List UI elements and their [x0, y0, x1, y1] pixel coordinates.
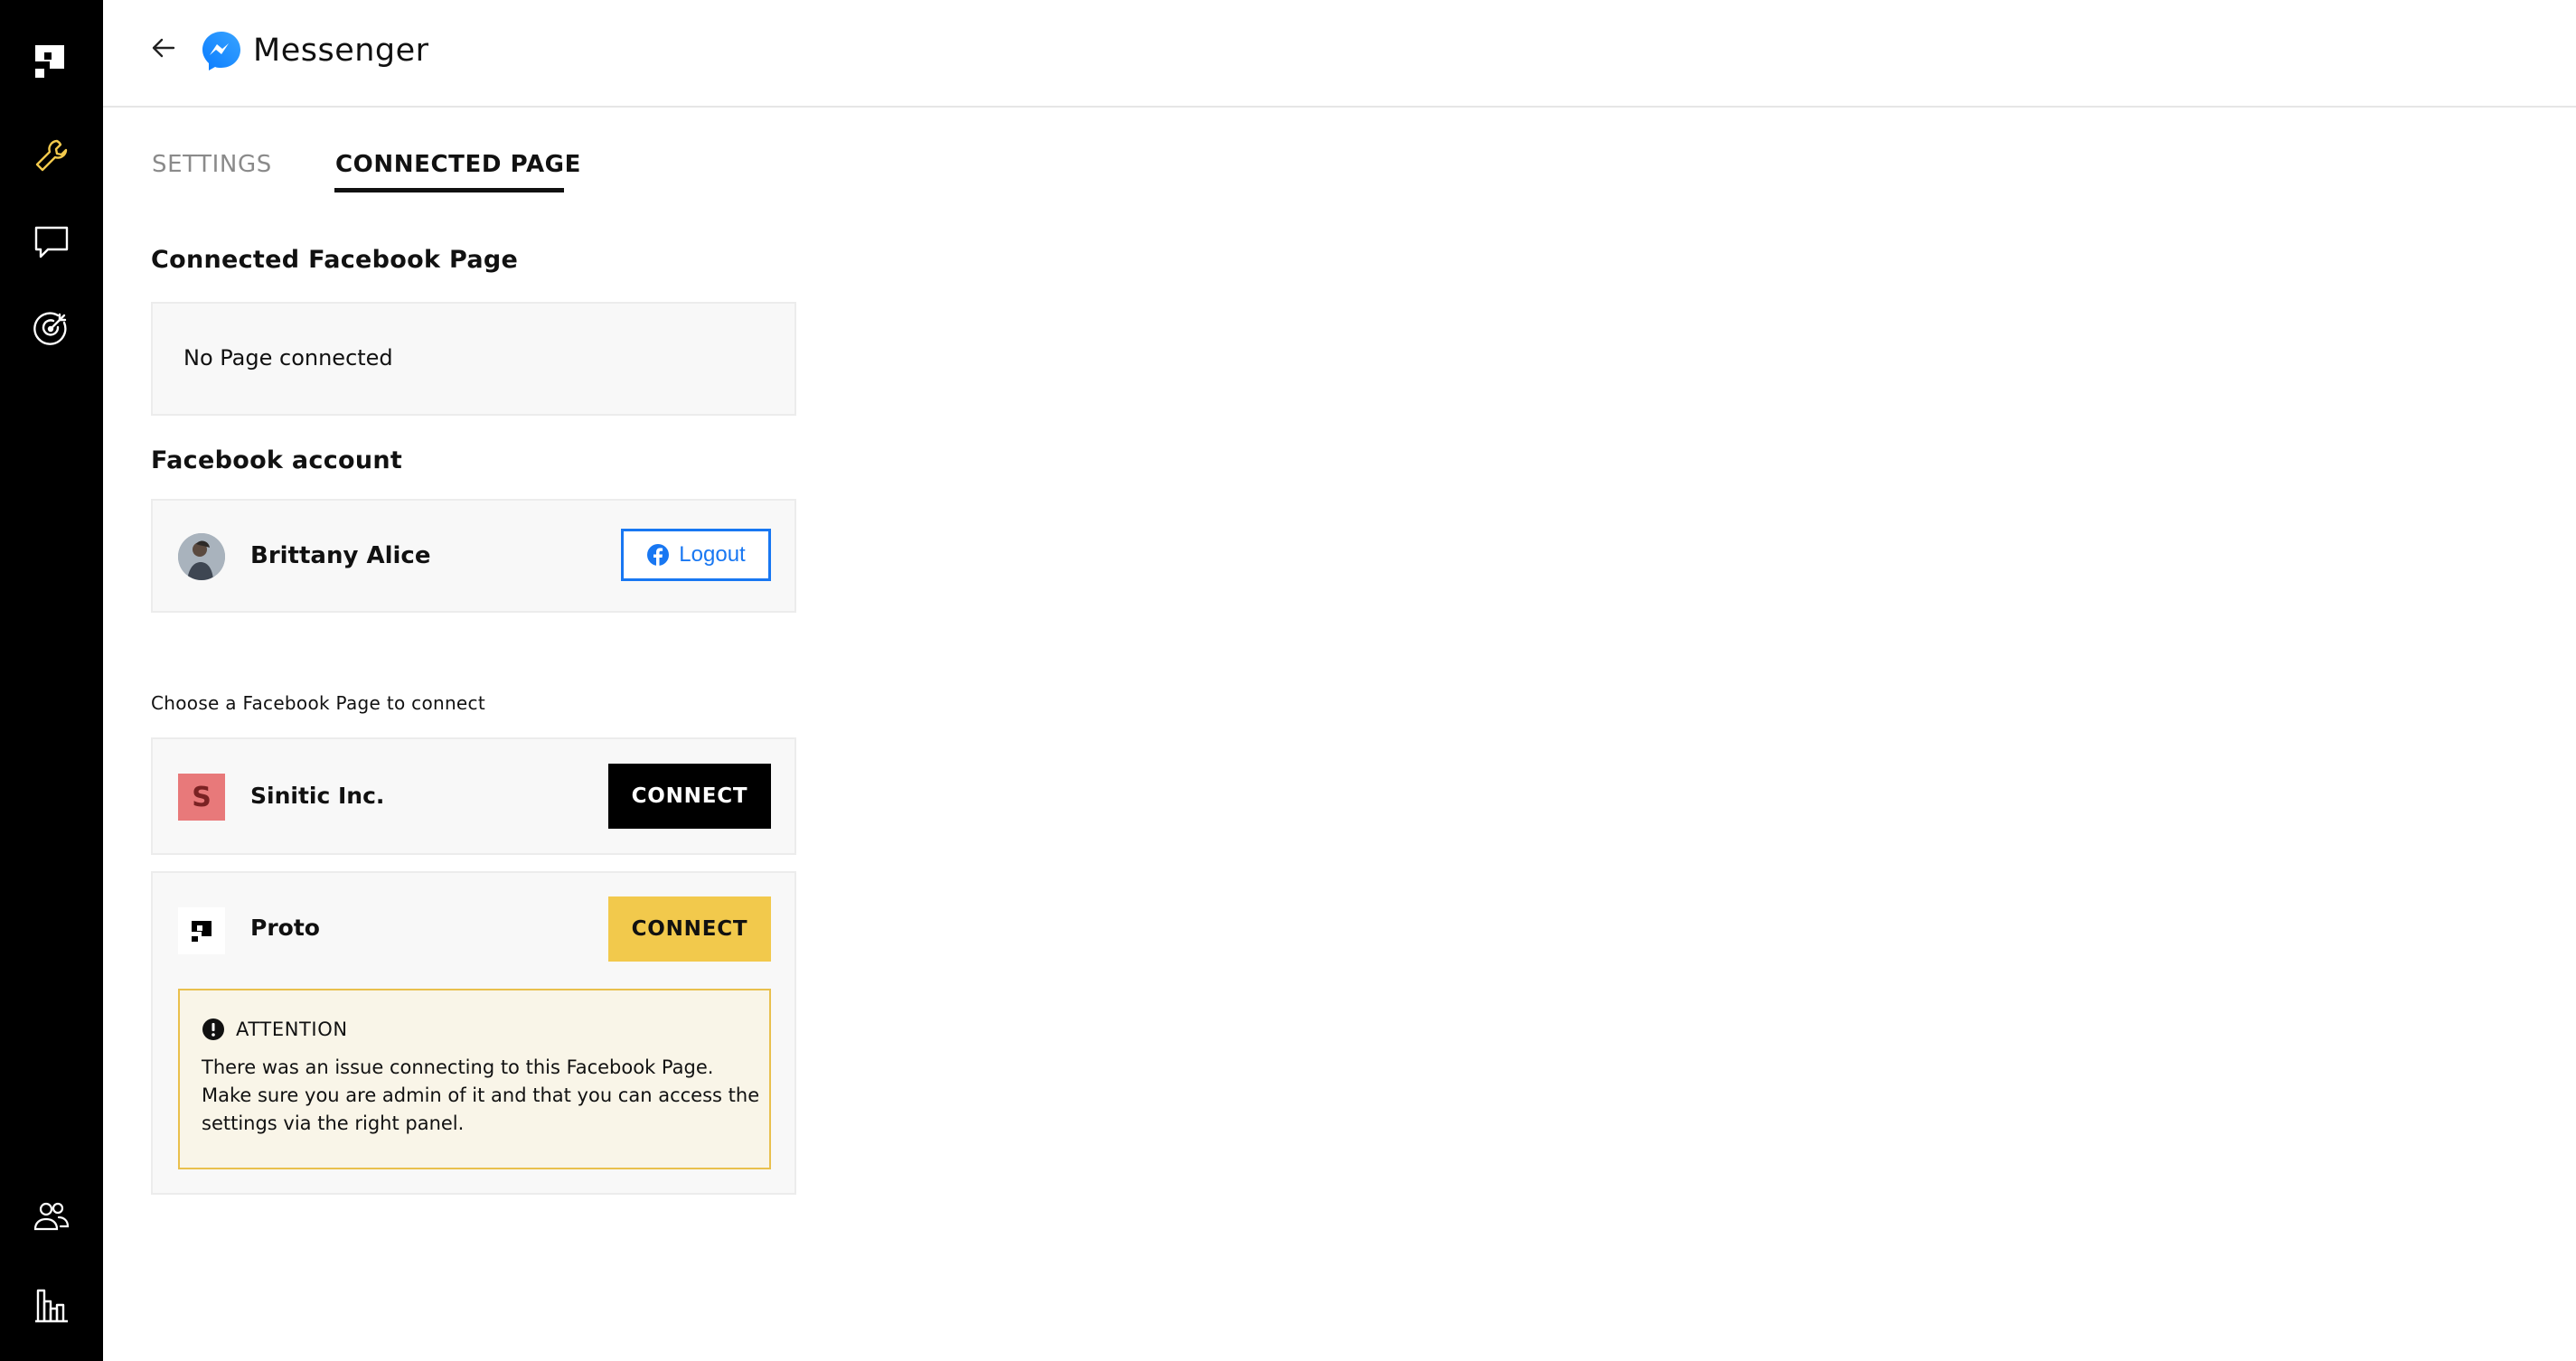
header: Messenger: [103, 0, 2576, 108]
facebook-account-card: Brittany Alice Logout: [151, 499, 796, 613]
page-item-sinitic: S Sinitic Inc. CONNECT: [151, 737, 796, 855]
proto-logo-icon[interactable]: [30, 40, 73, 83]
chat-icon[interactable]: [30, 221, 73, 264]
back-arrow-icon[interactable]: [148, 33, 179, 63]
facebook-account-heading: Facebook account: [151, 446, 403, 474]
messenger-logo-icon: [201, 30, 242, 71]
connected-page-heading: Connected Facebook Page: [151, 246, 519, 274]
active-tab-indicator: [334, 188, 564, 192]
sinitic-page-icon: S: [178, 774, 225, 821]
proto-page-icon: [178, 907, 225, 954]
connected-page-status: No Page connected: [183, 345, 393, 371]
connect-proto-button[interactable]: CONNECT: [608, 896, 771, 962]
choose-page-label: Choose a Facebook Page to connect: [151, 692, 485, 714]
target-icon[interactable]: [30, 307, 73, 351]
page-name-sinitic: Sinitic Inc.: [250, 783, 385, 809]
page-title: Messenger: [253, 33, 429, 69]
avatar: [178, 533, 225, 580]
exclamation-icon: [202, 1018, 224, 1040]
account-name: Brittany Alice: [250, 542, 431, 569]
tab-connected-page[interactable]: CONNECTED PAGE: [335, 147, 581, 182]
logout-label: Logout: [679, 542, 746, 567]
attention-box: ATTENTION There was an issue connecting …: [178, 989, 771, 1169]
page-name-proto: Proto: [250, 915, 320, 941]
sidebar: [0, 0, 103, 1361]
users-icon[interactable]: [30, 1195, 73, 1238]
connected-page-card: No Page connected: [151, 302, 796, 416]
logout-button[interactable]: Logout: [621, 529, 771, 581]
facebook-icon: [647, 544, 670, 566]
attention-title: ATTENTION: [236, 1018, 348, 1040]
wrench-icon[interactable]: [30, 134, 73, 177]
tab-settings[interactable]: SETTINGS: [152, 147, 272, 182]
connect-sinitic-button[interactable]: CONNECT: [608, 764, 771, 829]
page-item-proto: Proto CONNECT ATTENTION There was an iss…: [151, 871, 796, 1195]
bar-chart-icon[interactable]: [30, 1283, 73, 1327]
attention-message: There was an issue connecting to this Fa…: [202, 1056, 760, 1134]
